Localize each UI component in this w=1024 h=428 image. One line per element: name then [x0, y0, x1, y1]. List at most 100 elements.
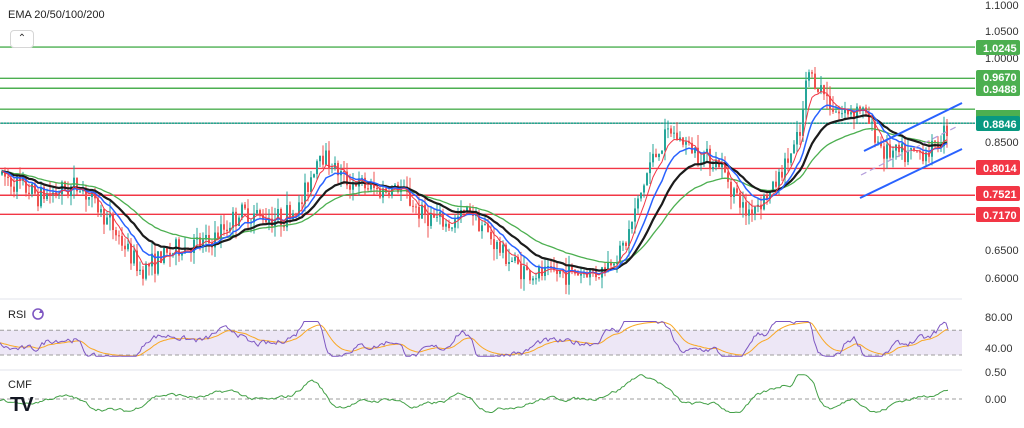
candle-body — [502, 244, 504, 253]
candle-body — [664, 129, 666, 151]
candle-body — [811, 72, 813, 74]
candle-body — [142, 269, 144, 279]
rsi-title: RSI — [8, 309, 26, 321]
cmf-line — [0, 374, 949, 413]
chart-canvas[interactable]: EMA 20/50/100/200 RSI CMF 1.1000 1.0500 … — [0, 0, 1024, 428]
candle-body — [454, 219, 456, 228]
candle-body — [442, 212, 444, 227]
candle-body — [46, 194, 48, 199]
candle-body — [139, 269, 141, 272]
candle-body — [37, 193, 39, 207]
candle-body — [322, 155, 324, 165]
candle-body — [778, 171, 780, 187]
candle-body — [349, 185, 351, 190]
candle-body — [892, 150, 894, 158]
candle-body — [226, 229, 228, 232]
candle-body — [376, 188, 378, 190]
rsi-tick: 40.00 — [985, 343, 1013, 355]
candle-body — [577, 273, 579, 276]
candle-body — [508, 262, 510, 264]
candle-body — [379, 188, 381, 198]
candle-body — [103, 209, 105, 225]
candle-body — [652, 153, 654, 163]
candle-body — [121, 236, 123, 246]
candle-body — [511, 260, 513, 263]
candle-body — [514, 257, 516, 261]
rsi-tick: 80.00 — [985, 312, 1013, 324]
candle-body — [703, 153, 705, 163]
chevron-up-icon: ⌃ — [17, 33, 27, 44]
level-tag-1: 1.0245 — [976, 40, 1020, 55]
candle-body — [871, 121, 873, 124]
candle-body — [388, 192, 390, 196]
level-label: 0.8014 — [983, 163, 1018, 175]
candle-body — [667, 128, 669, 130]
candle-body — [739, 192, 741, 208]
axis-tick: 0.6000 — [985, 273, 1019, 285]
candle-body — [313, 174, 315, 178]
candle-body — [100, 209, 102, 213]
axis-tick: 0.6500 — [985, 245, 1019, 257]
collapse-button[interactable]: ⌃ — [10, 30, 34, 48]
candle-body — [490, 231, 492, 240]
refresh-icon[interactable] — [32, 308, 44, 320]
level-label: 0.8846 — [983, 119, 1017, 131]
candle-body — [643, 185, 645, 193]
candle-body — [793, 144, 795, 154]
candle-body — [223, 224, 225, 230]
candle-body — [631, 221, 633, 230]
candle-body — [625, 242, 627, 247]
candle-body — [817, 89, 819, 92]
price-pane[interactable] — [0, 46, 975, 295]
candle-body — [217, 232, 219, 239]
candle-body — [775, 181, 777, 187]
candle-body — [733, 188, 735, 198]
candle-body — [118, 235, 120, 237]
candle-body — [481, 225, 483, 232]
axis-tick: 0.8500 — [985, 137, 1019, 149]
candle-body — [838, 111, 840, 114]
indicator-title: EMA 20/50/100/200 — [8, 9, 105, 21]
candle-body — [649, 162, 651, 174]
candle-body — [787, 158, 789, 163]
rsi-pane[interactable] — [0, 320, 962, 357]
candle-body — [712, 167, 714, 170]
candle-body — [259, 210, 261, 215]
candle-body — [499, 241, 501, 253]
candle-body — [805, 80, 807, 110]
candle-body — [613, 263, 615, 266]
candle-body — [859, 106, 861, 110]
candle-body — [529, 270, 531, 281]
candle-body — [430, 213, 432, 226]
candle-body — [244, 204, 246, 209]
candle-body — [256, 210, 258, 214]
axis-tick: 1.0500 — [985, 26, 1019, 38]
candle-body — [673, 132, 675, 134]
candle-body — [415, 206, 417, 208]
candle-body — [709, 148, 711, 170]
candle-body — [448, 223, 450, 229]
level-label: 0.9670 — [983, 72, 1017, 84]
candle-body — [79, 191, 81, 193]
level-tag-2: 0.9670 — [976, 70, 1020, 84]
candle-body — [286, 205, 288, 228]
candle-body — [166, 247, 168, 253]
candle-body — [28, 192, 30, 194]
candle-body — [13, 186, 15, 192]
candle-body — [745, 202, 747, 216]
ema-20-line — [1, 90, 948, 276]
candle-body — [127, 243, 129, 250]
ema-50-line — [1, 104, 948, 275]
cmf-pane[interactable] — [0, 374, 962, 413]
ema-100-line — [1, 114, 948, 272]
candle-body — [532, 278, 534, 281]
candle-body — [88, 197, 90, 200]
level-tag-5: 0.8014 — [976, 160, 1020, 175]
candle-body — [316, 161, 318, 175]
level-label: 0.7521 — [983, 189, 1017, 201]
axis-tick: 1.1000 — [985, 0, 1019, 12]
candle-body — [484, 224, 486, 226]
level-label: 1.0245 — [983, 43, 1017, 55]
candle-body — [808, 72, 810, 81]
candle-body — [235, 211, 237, 227]
